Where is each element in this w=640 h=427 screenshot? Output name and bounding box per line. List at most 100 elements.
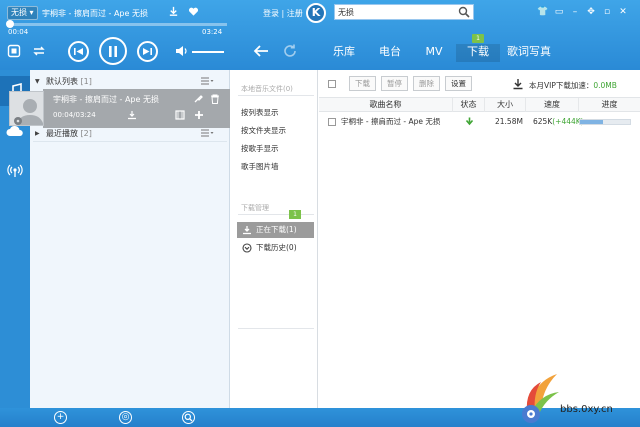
speed-value: 625K (533, 117, 553, 126)
tab-label: 电台 (379, 45, 401, 58)
view-by-artist-link[interactable]: 按歌手显示 (241, 143, 279, 154)
playlist-count: [1] (80, 76, 92, 86)
pause-button[interactable] (99, 37, 127, 65)
side-divider (238, 328, 314, 329)
download-manage-heading: 下载管理 (241, 204, 269, 212)
login-register-link[interactable]: 登录 | 注册 (263, 8, 303, 19)
download-icon[interactable] (168, 6, 179, 17)
download-history-item[interactable]: 下载历史(0) (237, 240, 314, 256)
tab-label: MV (425, 45, 443, 58)
downloading-count-badge: 1 (289, 210, 301, 219)
downloading-status-icon (465, 117, 474, 126)
playback-progress-bar[interactable] (6, 20, 227, 28)
lyrics-mode-button[interactable] (7, 44, 21, 58)
refresh-icon[interactable] (282, 43, 298, 59)
time-total: 03:24 (202, 28, 223, 36)
col-speed[interactable]: 速度 (525, 98, 578, 112)
volume-icon[interactable] (175, 45, 189, 57)
skin-icon[interactable]: 👕 (535, 6, 551, 18)
artist-photo-wall-link[interactable]: 歌手图片墙 (241, 161, 279, 172)
pause-icon (109, 45, 117, 57)
collapse-arrow-icon: ▶ (35, 129, 40, 137)
table-row[interactable]: 宇桐非 - 擦肩而过 - Ape 无损 21.58M 625K(+444K) (319, 114, 640, 129)
delete-icon[interactable] (210, 94, 220, 104)
tab-radio[interactable]: 电台 (368, 44, 412, 62)
download-icon (243, 226, 251, 235)
tab-library[interactable]: 乐库 (320, 44, 368, 62)
now-playing-item[interactable]: 宇桐非 - 擦肩而过 - Ape 无损 00:04/03:24 (3, 89, 230, 128)
download-settings-button[interactable]: 设置 (445, 76, 472, 91)
vip-download-icon (513, 79, 523, 90)
tab-mv[interactable]: MV (412, 44, 456, 62)
mini-mode-icon[interactable]: ▭ (551, 6, 567, 18)
kugou-logo-icon[interactable]: K (306, 3, 326, 23)
add-icon[interactable] (194, 110, 204, 120)
download-icon[interactable] (127, 110, 137, 120)
table-header: 歌曲名称 状态 大小 速度 进度 (319, 97, 640, 112)
history-label: 下载历史(0) (256, 243, 297, 252)
tab-download[interactable]: 1 下载 (456, 34, 500, 62)
desktop-lyrics-icon (7, 44, 21, 58)
volume-fill (192, 51, 224, 53)
search-input[interactable] (338, 6, 456, 18)
local-music-heading: 本地音乐文件(0) (241, 85, 293, 93)
vip-speed-value: 0.0MB (593, 81, 617, 90)
rail-wireless[interactable] (0, 156, 30, 186)
row-checkbox[interactable] (328, 118, 336, 126)
wireless-icon (7, 164, 23, 177)
downloading-label: 正在下载(1) (256, 225, 297, 234)
next-button[interactable] (137, 41, 158, 62)
watermark: bbs.0xy.cn (515, 370, 640, 427)
search-icon[interactable] (182, 411, 195, 424)
view-by-folder-link[interactable]: 按文件夹显示 (241, 125, 286, 136)
watermark-text: bbs.0xy.cn (560, 404, 613, 415)
search-icon[interactable] (458, 6, 470, 18)
play-mode-button[interactable] (32, 45, 46, 57)
progress-handle[interactable] (6, 20, 14, 28)
delete-download-button[interactable]: 删除 (413, 76, 440, 91)
vip-label: 本月VIP下载加速： (529, 81, 594, 90)
playlist-default-header[interactable]: ▼ 默认列表 [1] (30, 73, 230, 89)
start-download-button[interactable]: 下载 (349, 76, 376, 91)
tab-lyrics-photos[interactable]: 歌词写真 (500, 44, 558, 62)
artist-avatar (9, 91, 44, 126)
pause-download-button[interactable]: 暂停 (381, 76, 408, 91)
list-menu-icon[interactable] (200, 128, 214, 138)
download-count-badge: 1 (472, 34, 484, 43)
quality-dropdown[interactable]: 无损 ▾ (7, 6, 38, 20)
col-size[interactable]: 大小 (484, 98, 525, 112)
volume-slider[interactable] (192, 51, 224, 53)
previous-button[interactable] (68, 41, 89, 62)
playlist-name: 最近播放 [2] (46, 128, 92, 139)
playlist-recent-header[interactable]: ▶ 最近播放 [2] (30, 125, 230, 141)
mic-icon[interactable] (193, 94, 203, 104)
select-all-checkbox[interactable] (328, 80, 336, 88)
restore-icon[interactable]: ▫ (599, 6, 615, 18)
download-toolbar: 下载 暂停 删除 设置 本月VIP下载加速：0.0MB (319, 75, 640, 93)
locate-icon[interactable]: ◎ (119, 411, 132, 424)
heart-icon[interactable] (188, 6, 199, 17)
history-icon (242, 243, 252, 253)
vip-speed-text: 本月VIP下载加速：0.0MB (529, 80, 617, 91)
col-progress[interactable]: 进度 (578, 98, 640, 112)
col-song-name[interactable]: 歌曲名称 (319, 98, 452, 112)
view-by-list-link[interactable]: 按列表显示 (241, 107, 279, 118)
time-elapsed: 00:04 (8, 28, 29, 36)
list-menu-icon[interactable] (200, 76, 214, 86)
col-status[interactable]: 状态 (452, 98, 484, 112)
add-icon[interactable]: + (54, 411, 67, 424)
playlist-divider (33, 141, 227, 142)
back-arrow-icon[interactable] (252, 43, 270, 59)
row-size: 21.58M (495, 117, 523, 126)
window-controls: 👕 ▭ – ✥ ▫ ✕ (535, 6, 631, 18)
minimize-icon[interactable]: – (567, 6, 583, 18)
side-divider (238, 95, 314, 96)
downloading-item[interactable]: 正在下载(1) (237, 222, 314, 238)
top-bar: 无损 ▾ 宇桐非 - 擦肩而过 - Ape 无损 登录 | 注册 K 👕 ▭ –… (0, 0, 640, 70)
settings-icon[interactable]: ✥ (583, 6, 599, 18)
playlist-name: 默认列表 [1] (46, 76, 92, 87)
download-side-panel: 本地音乐文件(0) 按列表显示 按文件夹显示 按歌手显示 歌手图片墙 下载管理 … (232, 70, 318, 408)
magnifier-glyph (184, 413, 193, 422)
close-icon[interactable]: ✕ (615, 6, 631, 18)
mv-frame-icon[interactable] (175, 110, 185, 120)
